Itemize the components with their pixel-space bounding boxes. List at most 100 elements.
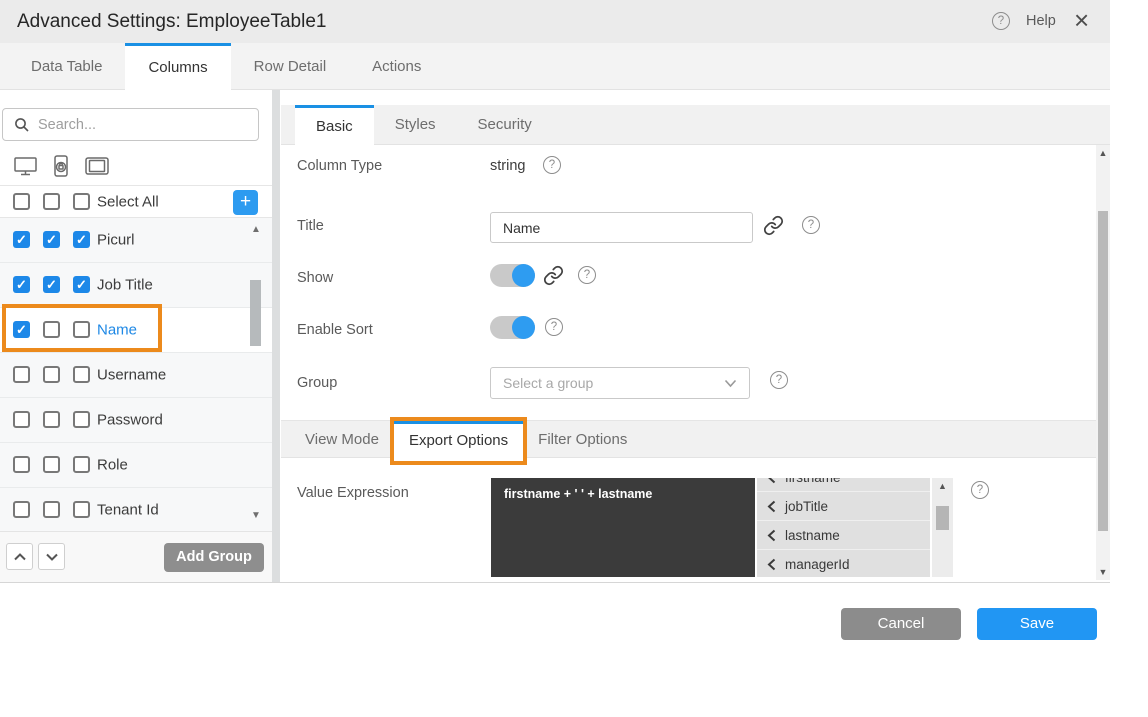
- field-item-jobtitle[interactable]: jobTitle: [757, 492, 930, 521]
- checkbox-desktop[interactable]: [13, 276, 30, 293]
- checkbox-mobile[interactable]: [43, 321, 60, 338]
- add-group-button[interactable]: Add Group: [164, 543, 264, 572]
- columns-sidebar: Select All + Picurl Job Title: [0, 90, 272, 582]
- help-icon[interactable]: ?: [543, 156, 561, 174]
- tab-row-detail[interactable]: Row Detail: [231, 43, 350, 89]
- field-item-managerid[interactable]: managerId: [757, 550, 930, 577]
- column-row-picurl[interactable]: Picurl: [0, 218, 272, 263]
- tab-filter-options[interactable]: Filter Options: [523, 421, 642, 457]
- column-row-job-title[interactable]: Job Title: [0, 263, 272, 308]
- tablet-icon[interactable]: [84, 156, 110, 176]
- checkbox-tablet[interactable]: [73, 276, 90, 293]
- column-row-password[interactable]: Password: [0, 398, 272, 443]
- link-icon[interactable]: [763, 215, 784, 236]
- checkbox-desktop[interactable]: [13, 231, 30, 248]
- column-row-role[interactable]: Role: [0, 443, 272, 488]
- dialog-titlebar: Advanced Settings: EmployeeTable1 ? Help…: [0, 0, 1110, 43]
- panel-scroll-down-icon[interactable]: ▼: [1096, 567, 1110, 577]
- desktop-icon[interactable]: [13, 155, 38, 177]
- options-tab-bar: View Mode Export Options Filter Options: [281, 420, 1096, 458]
- show-toggle[interactable]: [490, 264, 535, 287]
- search-box[interactable]: [2, 108, 259, 141]
- link-icon[interactable]: [543, 265, 564, 286]
- checkbox-mobile[interactable]: [43, 276, 60, 293]
- panel-scrollbar-thumb[interactable]: [1098, 211, 1108, 531]
- group-label: Group: [297, 375, 337, 391]
- tab-columns[interactable]: Columns: [125, 43, 230, 91]
- column-row-tenant-id[interactable]: Tenant Id: [0, 488, 272, 533]
- checkbox-tablet[interactable]: [73, 231, 90, 248]
- help-icon[interactable]: ?: [992, 12, 1010, 30]
- tab-security[interactable]: Security: [457, 105, 553, 144]
- checkbox-tablet[interactable]: [73, 411, 90, 428]
- checkbox-desktop[interactable]: [13, 501, 30, 518]
- title-label: Title: [297, 218, 324, 234]
- field-item-label: lastname: [785, 528, 840, 543]
- select-all-checkbox-mobile[interactable]: [43, 193, 60, 210]
- help-icon[interactable]: ?: [578, 266, 596, 284]
- column-settings-panel: Basic Styles Security Column Type string…: [281, 90, 1110, 582]
- column-row-name[interactable]: Name: [0, 308, 272, 353]
- checkbox-mobile[interactable]: [43, 501, 60, 518]
- mobile-icon[interactable]: [51, 154, 71, 178]
- tab-basic[interactable]: Basic: [295, 105, 374, 147]
- field-item-lastname[interactable]: lastname: [757, 521, 930, 550]
- close-icon[interactable]: ×: [1074, 5, 1089, 36]
- group-select[interactable]: Select a group: [490, 367, 750, 399]
- checkbox-desktop[interactable]: [13, 456, 30, 473]
- sidebar-footer: Add Group: [0, 531, 272, 582]
- column-type-label: Column Type: [297, 158, 382, 174]
- sidebar-scrollbar-thumb[interactable]: [250, 280, 261, 346]
- enable-sort-toggle[interactable]: [490, 316, 535, 339]
- field-list-scrollbar-thumb[interactable]: [936, 506, 949, 530]
- search-input[interactable]: [38, 117, 258, 133]
- device-toggle-row: [0, 147, 272, 186]
- checkbox-mobile[interactable]: [43, 231, 60, 248]
- add-column-button[interactable]: +: [233, 190, 258, 215]
- help-icon[interactable]: ?: [971, 481, 989, 499]
- column-label: Tenant Id: [97, 502, 159, 519]
- checkbox-tablet[interactable]: [73, 366, 90, 383]
- select-all-label: Select All: [97, 193, 159, 210]
- column-label: Job Title: [97, 277, 153, 294]
- tab-view-mode[interactable]: View Mode: [290, 421, 394, 457]
- save-button[interactable]: Save: [977, 608, 1097, 640]
- group-select-placeholder: Select a group: [503, 375, 724, 391]
- panel-scroll-up-icon[interactable]: ▲: [1096, 148, 1110, 158]
- field-list-scrollbar[interactable]: ▲: [932, 478, 953, 577]
- field-item-label: managerId: [785, 557, 850, 572]
- tab-export-options[interactable]: Export Options: [394, 421, 523, 461]
- move-down-button[interactable]: [38, 543, 65, 570]
- checkbox-tablet[interactable]: [73, 321, 90, 338]
- select-all-checkbox-desktop[interactable]: [13, 193, 30, 210]
- help-icon[interactable]: ?: [770, 371, 788, 389]
- value-expression-editor[interactable]: firstname + ' ' + lastname: [491, 478, 755, 577]
- help-icon[interactable]: ?: [802, 216, 820, 234]
- help-icon[interactable]: ?: [545, 318, 563, 336]
- cancel-button[interactable]: Cancel: [841, 608, 961, 640]
- title-input[interactable]: [490, 212, 753, 243]
- checkbox-tablet[interactable]: [73, 456, 90, 473]
- select-all-checkbox-tablet[interactable]: [73, 193, 90, 210]
- checkbox-mobile[interactable]: [43, 366, 60, 383]
- checkbox-tablet[interactable]: [73, 501, 90, 518]
- checkbox-desktop[interactable]: [13, 321, 30, 338]
- sidebar-scroll-down-icon[interactable]: ▼: [251, 510, 261, 521]
- column-type-value: string: [490, 158, 525, 174]
- tab-data-table[interactable]: Data Table: [8, 43, 125, 89]
- checkbox-mobile[interactable]: [43, 411, 60, 428]
- sidebar-scroll-up-icon[interactable]: ▲: [251, 224, 261, 235]
- column-row-username[interactable]: Username: [0, 353, 272, 398]
- field-item-firstname[interactable]: firstname: [757, 478, 930, 492]
- field-list-scroll-up-icon[interactable]: ▲: [932, 481, 953, 491]
- move-up-button[interactable]: [6, 543, 33, 570]
- checkbox-desktop[interactable]: [13, 366, 30, 383]
- tab-styles[interactable]: Styles: [374, 105, 457, 144]
- tab-actions[interactable]: Actions: [349, 43, 444, 89]
- checkbox-mobile[interactable]: [43, 456, 60, 473]
- chevron-down-icon: [724, 379, 737, 388]
- checkbox-desktop[interactable]: [13, 411, 30, 428]
- help-button[interactable]: Help: [1026, 13, 1056, 29]
- panel-scrollbar[interactable]: ▲ ▼: [1096, 145, 1110, 580]
- column-list: Picurl Job Title Name: [0, 218, 272, 533]
